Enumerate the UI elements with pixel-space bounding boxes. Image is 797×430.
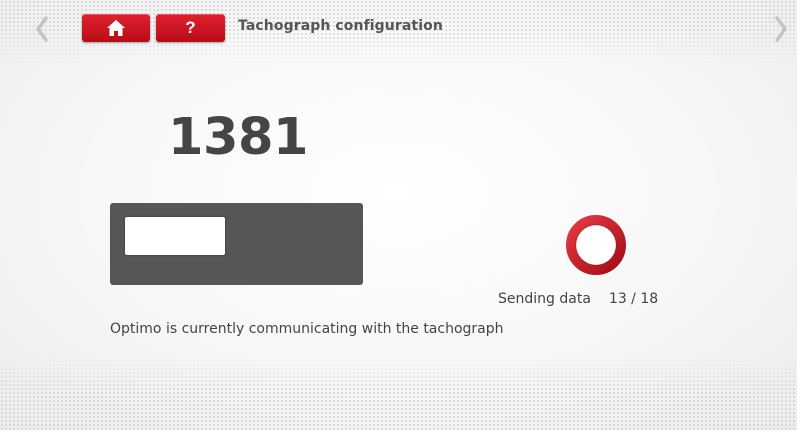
status-row: Sending data 13 / 18: [498, 291, 658, 307]
progress-fill: [125, 217, 225, 255]
loading-spinner-icon: [566, 215, 626, 275]
home-icon: [107, 20, 125, 36]
back-arrow-button[interactable]: [32, 13, 52, 45]
counter-value: 1381: [168, 108, 308, 167]
home-button[interactable]: [82, 14, 150, 42]
progress-bar: [110, 203, 363, 285]
help-label: ?: [185, 18, 196, 37]
status-message: Optimo is currently communicating with t…: [110, 321, 504, 337]
help-button[interactable]: ?: [156, 14, 225, 42]
status-label: Sending data: [498, 291, 591, 307]
page-title: Tachograph configuration: [238, 18, 443, 34]
status-count: 13 / 18: [608, 291, 659, 307]
chevron-left-icon: [36, 16, 48, 42]
screen: ? Tachograph configuration 1381 Sending …: [0, 0, 797, 430]
forward-arrow-button[interactable]: [771, 13, 791, 45]
chevron-right-icon: [775, 16, 787, 42]
footer-pattern: [0, 355, 797, 430]
